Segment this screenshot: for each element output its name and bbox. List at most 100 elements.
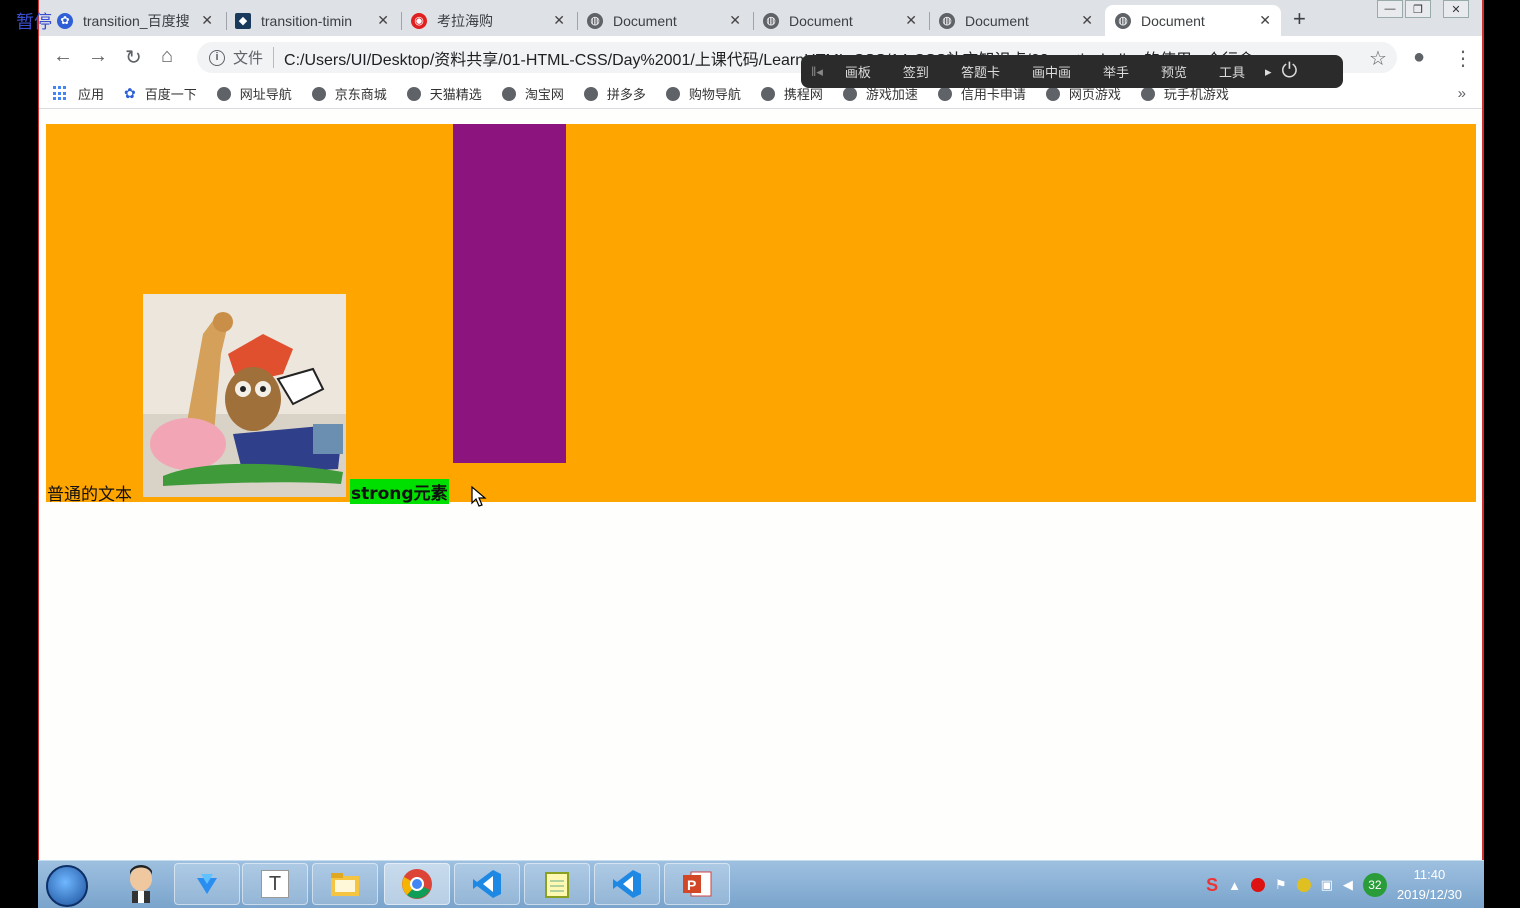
float-item-answer-card[interactable]: 答题卡 — [945, 62, 1016, 81]
desktop-screen: 暂停 ✿ transition_百度搜 ✕ ◆ transition-timin… — [0, 0, 1520, 908]
globe-icon — [937, 86, 952, 101]
close-icon[interactable]: ✕ — [377, 12, 389, 29]
strong-element: strong元素 — [350, 479, 449, 504]
kaola-icon: ◉ — [411, 12, 427, 29]
profile-icon[interactable]: ● — [1413, 46, 1425, 69]
tab-kaola[interactable]: ◉ 考拉海购 ✕ — [401, 5, 575, 36]
reload-icon[interactable]: ↻ — [125, 45, 142, 70]
baidu-paw-icon: ✿ — [57, 12, 73, 29]
toy-photo-image — [143, 294, 346, 497]
network-helper-icon[interactable] — [1296, 878, 1311, 892]
globe-icon: ◍ — [587, 12, 603, 29]
globe-icon — [583, 86, 598, 101]
powerpoint-icon[interactable]: P — [664, 863, 730, 905]
tab-document-active[interactable]: ◍ Document ✕ — [1105, 5, 1281, 36]
minimize-button[interactable]: — — [1377, 0, 1403, 18]
globe-icon — [311, 86, 326, 101]
info-icon[interactable]: i — [209, 49, 225, 66]
float-item-tools[interactable]: 工具 — [1203, 62, 1261, 81]
volume-icon[interactable]: ◀ — [1343, 877, 1353, 893]
bookmark-item[interactable]: 拼多多 — [583, 84, 646, 103]
bookmark-item[interactable]: 京东商城 — [311, 84, 387, 103]
bookmark-baidu[interactable]: ✿ 百度一下 — [124, 84, 197, 103]
clock-date: 2019/12/30 — [1396, 887, 1462, 902]
system-tray: S ▲ ⚑ ▣ ◀ 32 11:40 2019/12/30 — [1206, 865, 1462, 905]
home-icon[interactable]: ⌂ — [161, 45, 173, 68]
typora-icon[interactable]: T — [242, 863, 308, 905]
float-item-pip[interactable]: 画中画 — [1016, 62, 1087, 81]
file-explorer-icon[interactable] — [312, 863, 378, 905]
bookmark-item[interactable]: 网址导航 — [216, 84, 292, 103]
bookmark-item[interactable]: 购物导航 — [665, 84, 741, 103]
float-item-preview[interactable]: 预览 — [1145, 62, 1203, 81]
sogou-ime-icon[interactable]: S — [1206, 875, 1218, 896]
bookmark-star-icon[interactable]: ☆ — [1369, 46, 1387, 71]
orange-container-box: 普通的文本 strong元素 — [46, 124, 1476, 507]
clock-time: 11:40 — [1413, 867, 1446, 882]
close-icon[interactable]: ✕ — [201, 12, 213, 29]
apps-grid-icon — [53, 86, 68, 101]
float-item-board[interactable]: 画板 — [829, 62, 887, 81]
power-icon[interactable]: ⏻ — [1276, 60, 1304, 83]
back-icon[interactable]: ← — [53, 45, 73, 68]
flag-icon[interactable]: ⚑ — [1275, 877, 1287, 893]
globe-icon — [842, 86, 857, 101]
bookmark-item[interactable]: 天猫精选 — [406, 84, 482, 103]
menu-kebab-icon[interactable]: ⋮ — [1453, 46, 1473, 71]
clock[interactable]: 11:40 2019/12/30 — [1397, 865, 1462, 905]
close-window-button[interactable]: ✕ — [1443, 0, 1469, 18]
drag-handle-icon[interactable]: ‖◂ — [801, 64, 829, 80]
baidu-paw-icon: ✿ — [124, 85, 136, 101]
windows-taskbar: T P S ▲ ⚑ ▣ ◀ 32 11:40 2019/12/30 — [38, 860, 1484, 908]
close-icon[interactable]: ✕ — [729, 12, 741, 29]
globe-icon — [1140, 86, 1155, 101]
mouse-cursor-icon — [471, 486, 487, 507]
globe-icon — [406, 86, 421, 101]
tray-badge[interactable]: 32 — [1362, 873, 1387, 897]
tab-transition-timing[interactable]: ◆ transition-timin ✕ — [225, 5, 399, 36]
close-icon[interactable]: ✕ — [905, 12, 917, 29]
forward-icon[interactable]: → — [88, 45, 108, 68]
vscode-icon[interactable] — [594, 863, 660, 905]
chrome-icon[interactable] — [384, 863, 450, 905]
purple-inline-block — [453, 124, 566, 463]
tab-document-3[interactable]: ◍ Document ✕ — [929, 5, 1103, 36]
pause-watermark: 暂停 — [16, 12, 52, 33]
vscode-icon[interactable] — [454, 863, 520, 905]
network-icon[interactable]: ▣ — [1321, 877, 1333, 893]
close-icon[interactable]: ✕ — [1259, 12, 1271, 29]
globe-icon: ◍ — [939, 12, 955, 29]
globe-icon — [216, 86, 231, 101]
tray-expand-icon[interactable]: ▲ — [1228, 878, 1241, 893]
restore-button[interactable]: ❐ — [1405, 0, 1431, 18]
bookmarks-overflow-icon[interactable]: » — [1458, 85, 1466, 102]
bookmark-apps[interactable]: 应用 — [53, 84, 104, 103]
float-item-raise-hand[interactable]: 举手 — [1087, 62, 1145, 81]
new-tab-button[interactable]: + — [1293, 6, 1306, 32]
plush-toys-picture — [143, 294, 346, 497]
globe-icon — [1045, 86, 1060, 101]
tab-strip: ✿ transition_百度搜 ✕ ◆ transition-timin ✕ … — [39, 0, 1482, 36]
mdn-icon: ◆ — [235, 12, 251, 29]
feishu-icon[interactable] — [174, 863, 240, 905]
close-icon[interactable]: ✕ — [1081, 12, 1093, 29]
svg-text:P: P — [687, 877, 696, 893]
bookmark-item[interactable]: 淘宝网 — [501, 84, 564, 103]
browser-window: ✿ transition_百度搜 ✕ ◆ transition-timin ✕ … — [38, 0, 1484, 860]
start-button[interactable] — [46, 865, 88, 907]
globe-icon: ◍ — [763, 12, 779, 29]
tab-document-1[interactable]: ◍ Document ✕ — [577, 5, 751, 36]
globe-icon — [760, 86, 775, 101]
tab-document-2[interactable]: ◍ Document ✕ — [753, 5, 927, 36]
globe-icon — [665, 86, 680, 101]
tab-transition-baidu[interactable]: ✿ transition_百度搜 ✕ — [47, 5, 223, 36]
notepad-icon[interactable] — [524, 863, 590, 905]
avatar[interactable] — [108, 863, 174, 905]
page-viewport: 普通的文本 strong元素 — [39, 110, 1482, 860]
float-item-signin[interactable]: 签到 — [887, 62, 945, 81]
globe-icon — [501, 86, 516, 101]
record-icon[interactable] — [1250, 878, 1265, 892]
close-icon[interactable]: ✕ — [553, 12, 565, 29]
file-chip: 文件 — [233, 47, 275, 68]
collapse-icon[interactable]: ▸ — [1261, 64, 1276, 80]
